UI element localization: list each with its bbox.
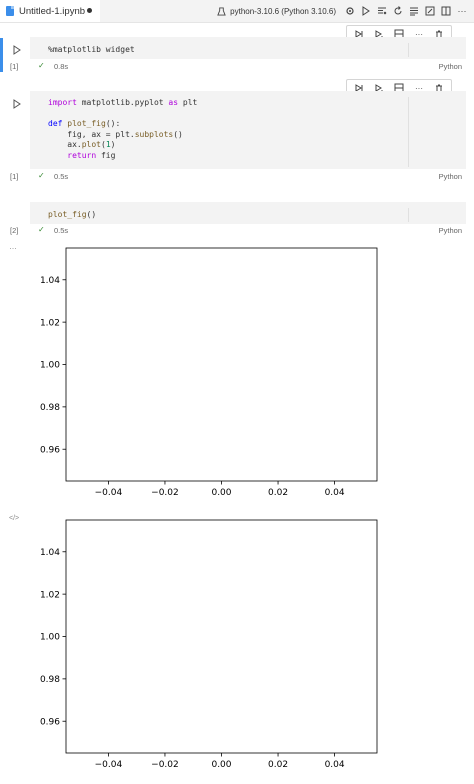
y-tick-label: 0.96 xyxy=(40,445,60,455)
code-line: %matplotlib widget xyxy=(48,45,135,56)
code-token: (): xyxy=(105,119,121,128)
x-tick-label: 0.00 xyxy=(211,760,231,770)
kernel-label: python-3.10.6 (Python 3.10.6) xyxy=(230,6,336,16)
y-tick-label: 1.00 xyxy=(40,633,60,643)
code-token: as xyxy=(168,98,179,107)
y-tick-label: 0.98 xyxy=(40,403,60,413)
clear-outputs-icon[interactable] xyxy=(377,6,387,16)
x-tick-label: 0.02 xyxy=(268,760,288,770)
cell-status-bar: ✓ 0.5s Python xyxy=(30,225,466,237)
execution-count: [1] xyxy=(10,62,19,71)
x-tick-label: 0.04 xyxy=(325,760,345,770)
execution-count: [2] xyxy=(10,226,19,235)
code-token: subplots xyxy=(134,129,174,139)
success-check-icon: ✓ xyxy=(38,171,45,180)
code-token: import xyxy=(48,98,77,107)
matplotlib-figure-2: −0.04 −0.02 0.00 0.02 0.04 0.96 0.98 1.00 1.02 1.… xyxy=(0,516,474,784)
x-tick-label: 0.02 xyxy=(268,488,288,498)
code-token: %matplotlib widget xyxy=(48,45,135,54)
x-tick-label: −0.02 xyxy=(151,488,179,498)
outline-icon[interactable] xyxy=(425,6,435,16)
run-all-icon[interactable] xyxy=(361,6,371,16)
cell-status-bar: ✓ 0.8s Python xyxy=(30,61,466,73)
x-tick-label: −0.02 xyxy=(151,760,179,770)
run-cell-button[interactable] xyxy=(12,42,22,55)
code-token: ) xyxy=(110,140,116,149)
code-cell-1[interactable]: ··· %matplotlib widget [1] ✓ 0.8s Python xyxy=(0,25,474,74)
axes-frame xyxy=(65,247,378,482)
code-token: fig xyxy=(96,150,116,160)
cell-language[interactable]: Python xyxy=(439,62,462,71)
code-line: fig, ax = plt.subplots() xyxy=(48,130,197,141)
cell-editor[interactable]: plot_fig() xyxy=(30,202,466,224)
x-tick-label: 0.00 xyxy=(211,488,231,498)
more-actions-icon[interactable]: ··· xyxy=(457,6,467,16)
code-cell-3[interactable]: plot_fig() [2] ✓ 0.5s Python xyxy=(0,200,474,240)
execution-duration: 0.8s xyxy=(54,62,69,71)
code-line: return fig xyxy=(48,151,197,162)
code-line: import matplotlib.pyplot as plt xyxy=(48,98,197,109)
code-token: () xyxy=(173,129,183,139)
cell-code: import matplotlib.pyplot as plt def plot… xyxy=(48,98,197,161)
x-tick-label: 0.04 xyxy=(325,488,345,498)
code-token: () xyxy=(86,210,97,219)
cell-language[interactable]: Python xyxy=(439,226,462,235)
code-token: plot_fig xyxy=(48,210,87,219)
y-tick-label: 1.00 xyxy=(40,361,60,371)
notebook-file-icon xyxy=(6,6,14,16)
run-cell-button[interactable] xyxy=(12,96,22,109)
code-token: plt xyxy=(178,98,198,107)
cell-focus-indicator xyxy=(0,38,3,72)
gear-icon[interactable] xyxy=(345,6,355,16)
matplotlib-figure-1: −0.04 −0.02 0.00 0.02 0.04 0.96 0.98 1.00 1.02 1.… xyxy=(0,244,474,500)
y-tick-label: 1.04 xyxy=(40,548,60,558)
cell-language[interactable]: Python xyxy=(439,172,462,181)
code-token: plot_fig xyxy=(67,119,106,128)
execution-duration: 0.5s xyxy=(54,226,69,235)
code-token: plot xyxy=(81,140,101,149)
y-tick-label: 1.04 xyxy=(40,276,60,286)
y-tick-label: 0.96 xyxy=(40,717,60,727)
restart-icon[interactable] xyxy=(393,6,403,16)
unsaved-dot-icon[interactable] xyxy=(87,8,92,13)
y-tick-label: 0.98 xyxy=(40,675,60,685)
kernel-icon xyxy=(217,6,226,16)
figure-2-svg: −0.04 −0.02 0.00 0.02 0.04 0.96 0.98 1.00 1.02 1.… xyxy=(40,519,378,770)
kernel-picker[interactable]: python-3.10.6 (Python 3.10.6) xyxy=(217,7,336,16)
y-tick-label: 1.02 xyxy=(40,318,60,328)
editor-tab-bar: Untitled-1.ipynb python-3.10.6 (Python 3… xyxy=(0,0,474,23)
execution-count: [1] xyxy=(10,172,19,181)
cell-editor[interactable]: %matplotlib widget xyxy=(30,37,466,59)
code-token: return xyxy=(48,150,97,160)
code-token: fig, ax = plt. xyxy=(48,129,135,139)
x-tick-label: −0.04 xyxy=(95,488,123,498)
code-token: def xyxy=(48,119,63,128)
y-tick-label: 1.02 xyxy=(40,590,60,600)
code-cell-2[interactable]: ··· import matplotlib.pyplot as plt def … xyxy=(0,79,474,184)
code-line: plot_fig() xyxy=(48,210,96,221)
code-line: ax.plot(1) xyxy=(48,140,197,151)
success-check-icon: ✓ xyxy=(38,61,45,70)
notebook-tab[interactable]: Untitled-1.ipynb xyxy=(0,0,100,22)
variables-icon[interactable] xyxy=(409,6,419,16)
code-token: matplotlib.pyplot xyxy=(76,98,169,107)
cell-code: plot_fig() xyxy=(48,210,96,221)
tab-title: Untitled-1.ipynb xyxy=(19,5,86,17)
code-token: ax. xyxy=(48,140,82,149)
execution-duration: 0.5s xyxy=(54,172,69,181)
axes-frame xyxy=(65,519,378,754)
split-editor-icon[interactable] xyxy=(441,6,451,16)
x-tick-label: −0.04 xyxy=(95,760,123,770)
code-line: def plot_fig(): xyxy=(48,119,197,130)
notebook-toolbar: python-3.10.6 (Python 3.10.6) ··· xyxy=(217,0,470,22)
figure-1-svg: −0.04 −0.02 0.00 0.02 0.04 0.96 0.98 1.00 1.02 1.… xyxy=(40,247,378,498)
cell-editor[interactable]: import matplotlib.pyplot as plt def plot… xyxy=(30,91,466,169)
success-check-icon: ✓ xyxy=(38,225,45,234)
cell-code: %matplotlib widget xyxy=(48,45,135,56)
cell-status-bar: ✓ 0.5s Python xyxy=(30,171,466,183)
